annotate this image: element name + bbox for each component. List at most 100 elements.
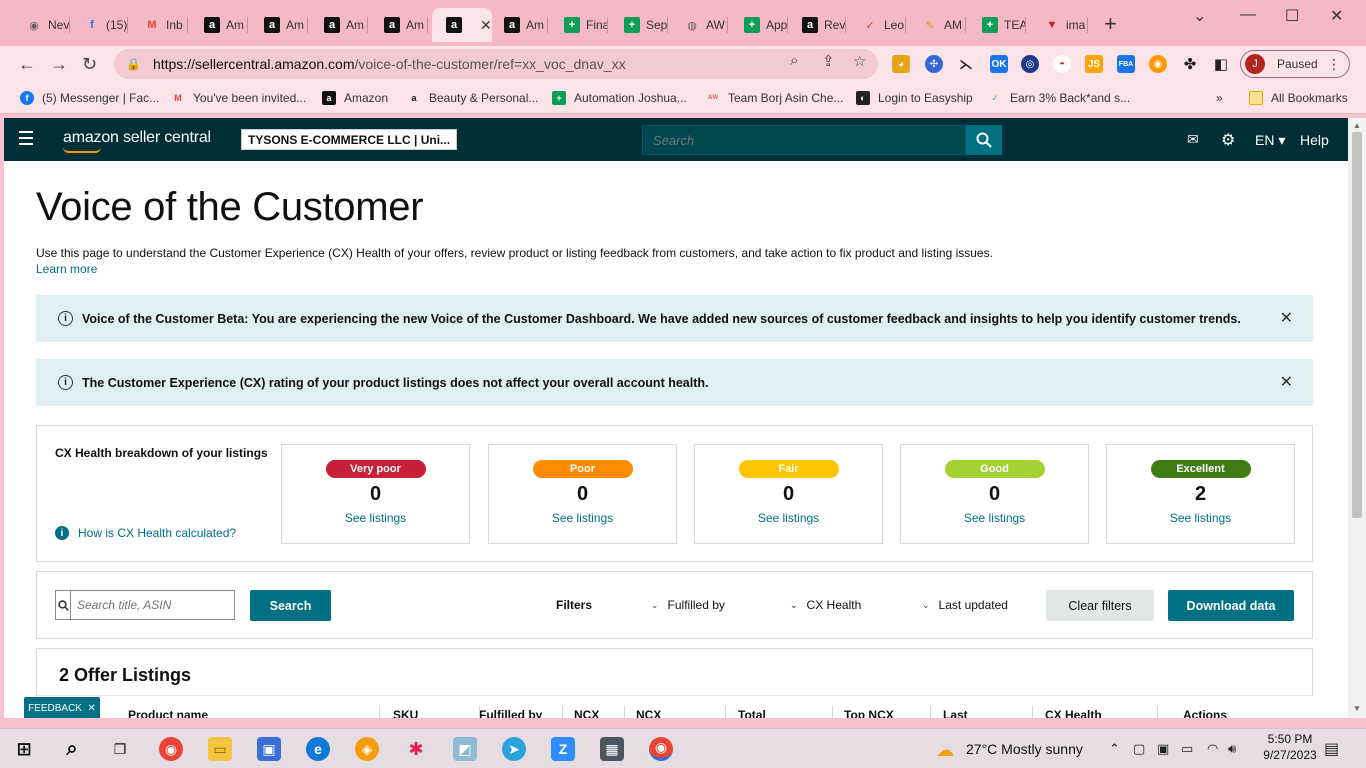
telegram-icon[interactable]: ➤ bbox=[502, 737, 526, 761]
windows-start-icon[interactable]: ⊞ bbox=[12, 737, 36, 761]
header-search-input[interactable] bbox=[642, 125, 966, 155]
see-listings-link[interactable]: See listings bbox=[282, 511, 469, 525]
forward-icon[interactable]: → bbox=[50, 54, 68, 75]
merchant-selector[interactable]: TYSONS E-COMMERCE LLC | Uni... bbox=[241, 129, 457, 150]
maximize-icon[interactable]: ☐ bbox=[1285, 6, 1299, 26]
extension-icon[interactable]: ✣ bbox=[925, 55, 943, 73]
see-listings-link[interactable]: See listings bbox=[489, 511, 676, 525]
learn-more-link[interactable]: Learn more bbox=[36, 262, 97, 276]
file-explorer-icon[interactable]: ▭ bbox=[208, 737, 232, 761]
close-icon[interactable]: ✕ bbox=[1280, 308, 1293, 328]
more-icon[interactable]: ⋮ bbox=[1327, 56, 1341, 73]
slack-icon[interactable]: ✱ bbox=[404, 737, 428, 761]
page-scrollbar[interactable]: ▲ ▼ bbox=[1348, 118, 1366, 718]
bookmark-item[interactable]: + Automation Joshua... bbox=[552, 91, 687, 105]
browser-tab[interactable]: ◉ Nev bbox=[12, 8, 70, 42]
reload-icon[interactable]: ↻ bbox=[82, 54, 97, 75]
browser-tab[interactable]: a ✕ bbox=[432, 8, 492, 42]
search-button[interactable]: Search bbox=[250, 590, 331, 621]
bookmark-item[interactable]: a Beauty & Personal... bbox=[407, 91, 538, 105]
close-icon[interactable]: ✕ bbox=[1280, 372, 1293, 392]
scroll-thumb[interactable] bbox=[1352, 132, 1362, 518]
profile-button[interactable]: J Paused ⋮ bbox=[1240, 50, 1350, 78]
browser-tab[interactable]: a Rev bbox=[788, 8, 846, 42]
column-header[interactable]: Product name bbox=[128, 708, 208, 718]
column-header[interactable]: Top NCX bbox=[844, 708, 894, 718]
extension-icon[interactable]: ◎ bbox=[1021, 55, 1039, 73]
download-data-button[interactable]: Download data bbox=[1168, 590, 1294, 621]
sidepanel-icon[interactable]: ◧ bbox=[1212, 55, 1230, 73]
bookmark-item[interactable]: ✓ Earn 3% Back*and s... bbox=[988, 91, 1130, 105]
cx-health-how-link[interactable]: i How is CX Health calculated? bbox=[55, 526, 236, 540]
browser-tab[interactable]: + App bbox=[730, 8, 788, 42]
clear-filters-button[interactable]: Clear filters bbox=[1046, 590, 1154, 621]
browser-tab[interactable]: ▼ ima bbox=[1030, 8, 1088, 42]
wifi-icon[interactable]: ◠ bbox=[1207, 741, 1218, 757]
header-search-button[interactable] bbox=[966, 125, 1002, 155]
browser-tab[interactable]: ✎ AM bbox=[908, 8, 966, 42]
cx-health-filter[interactable]: ⌄ CX Health bbox=[790, 598, 861, 612]
back-icon[interactable]: ← bbox=[18, 54, 36, 75]
minimize-icon[interactable]: ⌄ bbox=[1193, 6, 1206, 26]
vpn-icon[interactable]: ◈ bbox=[355, 737, 379, 761]
clock[interactable]: 5:50 PM 9/27/2023 bbox=[1258, 732, 1322, 762]
browser-tab[interactable]: a Am bbox=[190, 8, 248, 42]
chrome-active-icon[interactable]: ◉ bbox=[649, 737, 673, 761]
bookmark-item[interactable]: ◐ Login to Easyship bbox=[856, 91, 973, 105]
app-icon[interactable]: ▣ bbox=[257, 737, 281, 761]
column-header[interactable]: SKU bbox=[393, 708, 418, 718]
help-link[interactable]: Help bbox=[1300, 132, 1329, 148]
new-tab-icon[interactable]: + bbox=[1104, 13, 1117, 35]
weather-text[interactable]: 27°C Mostly sunny bbox=[966, 741, 1083, 757]
listing-search-input[interactable] bbox=[71, 591, 234, 619]
menu-icon[interactable] bbox=[19, 131, 33, 149]
extension-icon[interactable]: ◓ bbox=[1053, 55, 1071, 73]
browser-tab[interactable]: a Am bbox=[250, 8, 308, 42]
see-listings-link[interactable]: See listings bbox=[695, 511, 882, 525]
language-selector[interactable]: EN ▾ bbox=[1255, 132, 1285, 149]
gear-icon[interactable]: ⚙ bbox=[1221, 130, 1235, 150]
bookmark-item[interactable]: ᴬᵂ Team Borj Asin Che... bbox=[706, 91, 843, 105]
scroll-up-icon[interactable]: ▲ bbox=[1353, 121, 1361, 130]
puzzle-icon[interactable]: ✤ bbox=[1181, 55, 1199, 73]
column-header[interactable]: CX Health bbox=[1045, 708, 1102, 718]
logo[interactable]: amazon seller central bbox=[63, 129, 211, 153]
minimize-window-icon[interactable]: — bbox=[1240, 6, 1256, 24]
search-icon[interactable]: ⌕ bbox=[60, 737, 84, 761]
column-header[interactable]: Total bbox=[738, 708, 766, 718]
calculator-icon[interactable]: ▦ bbox=[600, 737, 624, 761]
bookmarks-overflow-icon[interactable]: » bbox=[1216, 91, 1223, 105]
browser-tab[interactable]: f (15) bbox=[70, 8, 128, 42]
chrome-icon[interactable]: ◉ bbox=[159, 737, 183, 761]
browser-tab[interactable]: ✓ Leo bbox=[848, 8, 906, 42]
feedback-button[interactable]: FEEDBACK ✕ bbox=[24, 697, 100, 718]
extension-icon[interactable]: OK bbox=[990, 55, 1008, 73]
browser-tab[interactable]: + Fina bbox=[550, 8, 608, 42]
extension-icon[interactable]: ◉ bbox=[1149, 55, 1167, 73]
bookmark-item[interactable]: f (5) Messenger | Fac... bbox=[20, 91, 159, 105]
tray-chevron-icon[interactable]: ⌃ bbox=[1109, 741, 1120, 757]
task-view-icon[interactable]: ❐ bbox=[108, 737, 132, 761]
extension-icon[interactable]: ◕ bbox=[892, 55, 910, 73]
notifications-icon[interactable]: ▤ bbox=[1324, 739, 1339, 759]
browser-tab[interactable]: + TEA bbox=[968, 8, 1026, 42]
scroll-down-icon[interactable]: ▼ bbox=[1353, 704, 1361, 713]
fulfilled-by-filter[interactable]: ⌄ Fulfilled by bbox=[651, 598, 725, 612]
column-header[interactable]: NCX bbox=[574, 708, 599, 718]
extension-icon[interactable]: JS bbox=[1085, 55, 1103, 73]
app-icon[interactable]: ◩ bbox=[453, 737, 477, 761]
battery-icon[interactable]: ▭ bbox=[1181, 741, 1193, 757]
close-window-icon[interactable]: ✕ bbox=[1330, 6, 1343, 26]
browser-tab[interactable]: a Am bbox=[310, 8, 368, 42]
column-header[interactable]: Fulfilled by bbox=[479, 708, 542, 718]
browser-tab[interactable]: a Am bbox=[490, 8, 548, 42]
address-bar[interactable]: 🔒 https://sellercentral.amazon.com/voice… bbox=[114, 49, 878, 79]
extension-icon[interactable]: FBA bbox=[1117, 55, 1135, 73]
column-header[interactable]: Actions bbox=[1183, 708, 1227, 718]
all-bookmarks[interactable]: All Bookmarks bbox=[1249, 91, 1348, 105]
tray-app-icon[interactable]: ▣ bbox=[1157, 741, 1169, 757]
browser-tab[interactable]: a Am bbox=[370, 8, 428, 42]
browser-tab[interactable]: M Inb bbox=[130, 8, 188, 42]
see-listings-link[interactable]: See listings bbox=[1107, 511, 1294, 525]
mail-icon[interactable]: ✉ bbox=[1187, 131, 1199, 148]
